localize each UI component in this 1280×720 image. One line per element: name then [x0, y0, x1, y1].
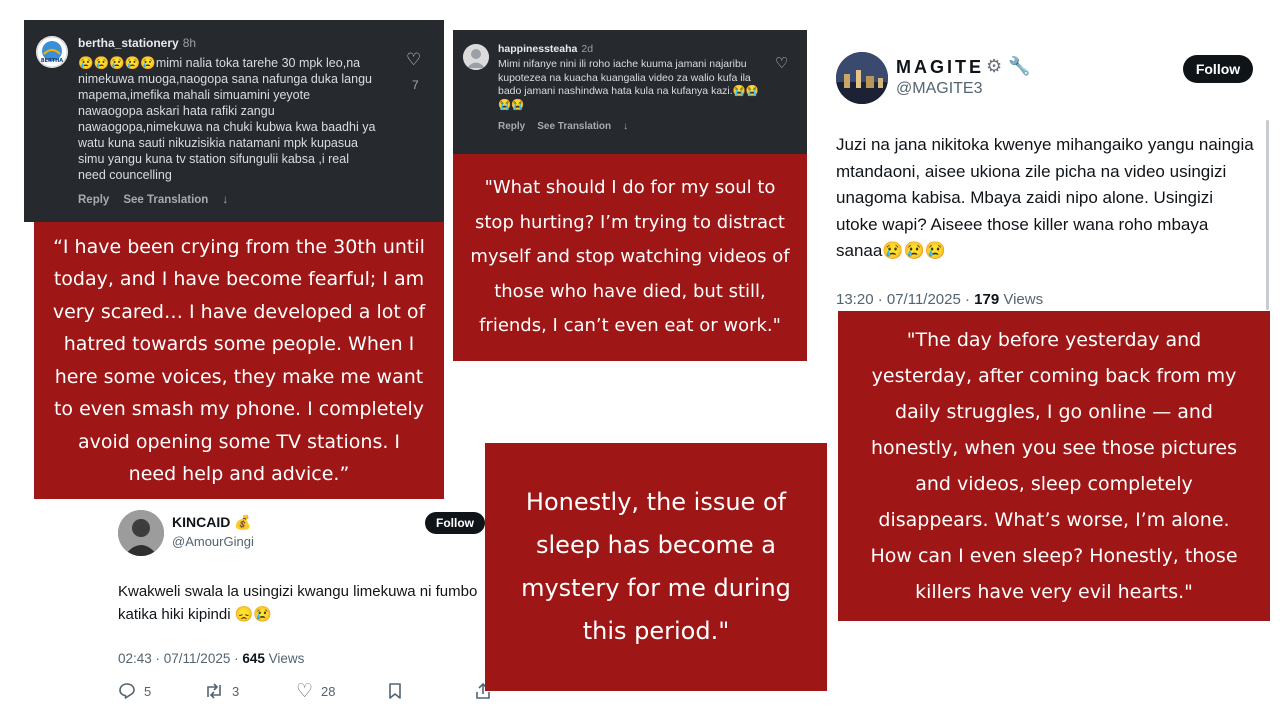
- translation-text: Honestly, the issue of sleep has become …: [521, 488, 791, 645]
- avatar[interactable]: [463, 44, 489, 70]
- like-count: 28: [321, 684, 336, 699]
- see-translation-link[interactable]: See Translation: [537, 121, 611, 132]
- tweet-text: Juzi na jana nikitoka kwenye mihangaiko …: [836, 135, 1254, 260]
- timestamp-text: 02:43 · 07/11/2025 ·: [118, 651, 243, 666]
- follow-button[interactable]: Follow: [1183, 55, 1253, 83]
- reply-link[interactable]: Reply: [498, 121, 525, 132]
- tweet-timestamp: 13:20 · 07/11/2025 · 179 Views: [836, 291, 1043, 308]
- arrow-down-icon[interactable]: ↓: [222, 194, 228, 206]
- views-count: 645: [242, 651, 265, 666]
- reply-count: 5: [144, 683, 152, 699]
- comment-username[interactable]: happinessteaha: [498, 43, 577, 55]
- comment-text: 😢😢😢😢😢mimi nalia toka tarehe 30 mpk leo,n…: [78, 56, 376, 182]
- translation-text: "The day before yesterday and yesterday,…: [870, 329, 1238, 603]
- comment-text: Mimi nifanye nini ili roho iache kuuma j…: [498, 58, 759, 111]
- avatar[interactable]: BERTHA: [36, 36, 68, 68]
- tweet-author-handle[interactable]: @AmourGingi: [172, 534, 254, 549]
- scrollbar[interactable]: [1266, 120, 1269, 310]
- comment-actions: Reply See Translation ↓: [498, 121, 628, 132]
- gear-icon: ⚙: [986, 56, 1003, 76]
- see-translation-link[interactable]: See Translation: [123, 194, 208, 206]
- tweet-author-handle[interactable]: @MAGITE3: [896, 80, 982, 98]
- translation-panel-happiness: "What should I do for my soul to stop hu…: [453, 154, 807, 361]
- tweet-magite: MAGITE ⚙ 🔧 @MAGITE3 Follow Juzi na jana …: [828, 34, 1273, 314]
- retweet-button[interactable]: 3: [204, 682, 239, 700]
- retweet-icon: [207, 683, 221, 699]
- comment-time: 8h: [182, 36, 197, 50]
- retweet-count: 3: [232, 683, 240, 699]
- views-count: 179: [974, 291, 1000, 308]
- translation-text: “I have been crying from the 30th until …: [52, 235, 426, 486]
- comment-username[interactable]: bertha_stationery: [78, 36, 179, 50]
- heart-icon[interactable]: ♡: [775, 54, 788, 72]
- follow-button[interactable]: Follow: [425, 512, 485, 534]
- like-button[interactable]: ♡ 28: [296, 680, 336, 703]
- bookmark-icon: [389, 683, 401, 699]
- translation-panel-kincaid: Honestly, the issue of sleep has become …: [485, 443, 827, 691]
- timestamp-text: 13:20 · 07/11/2025 ·: [836, 291, 975, 308]
- avatar-logo-text: BERTHA: [41, 58, 63, 64]
- like-count: 7: [412, 78, 419, 92]
- comment-actions: Reply See Translation ↓: [78, 194, 228, 206]
- reply-icon: [119, 683, 135, 699]
- wrench-icon: 🔧: [1008, 56, 1031, 76]
- tweet-author-name[interactable]: MAGITE: [896, 57, 984, 77]
- comment-time: 2d: [581, 43, 594, 55]
- translation-text: "What should I do for my soul to stop hu…: [470, 177, 790, 337]
- views-label: Views: [264, 651, 305, 666]
- views-label: Views: [999, 291, 1044, 308]
- translation-panel-bertha: “I have been crying from the 30th until …: [34, 222, 444, 499]
- translation-panel-magite: "The day before yesterday and yesterday,…: [838, 311, 1270, 621]
- avatar[interactable]: [118, 510, 164, 556]
- comment-card-happiness: happinessteaha 2d Mimi nifanye nini ili r…: [453, 30, 807, 154]
- reply-link[interactable]: Reply: [78, 194, 109, 206]
- tweet-timestamp: 02:43 · 07/11/2025 · 645 Views: [118, 651, 304, 666]
- heart-icon[interactable]: ♡: [406, 50, 421, 70]
- heart-icon: ♡: [296, 681, 314, 702]
- tweet-kincaid: KINCAID 💰 @AmourGingi Follow Kwakweli sw…: [108, 498, 500, 720]
- reply-button[interactable]: 5: [118, 682, 151, 700]
- bookmark-button[interactable]: [387, 682, 403, 705]
- tweet-text: Kwakweli swala la usingizi kwangu limeku…: [118, 583, 478, 623]
- avatar[interactable]: [836, 52, 888, 104]
- comment-card-bertha: BERTHA bertha_stationery 8h 😢😢😢😢😢mimi nal…: [24, 20, 444, 222]
- arrow-down-icon[interactable]: ↓: [623, 121, 628, 132]
- tweet-author-name[interactable]: KINCAID 💰: [172, 514, 252, 531]
